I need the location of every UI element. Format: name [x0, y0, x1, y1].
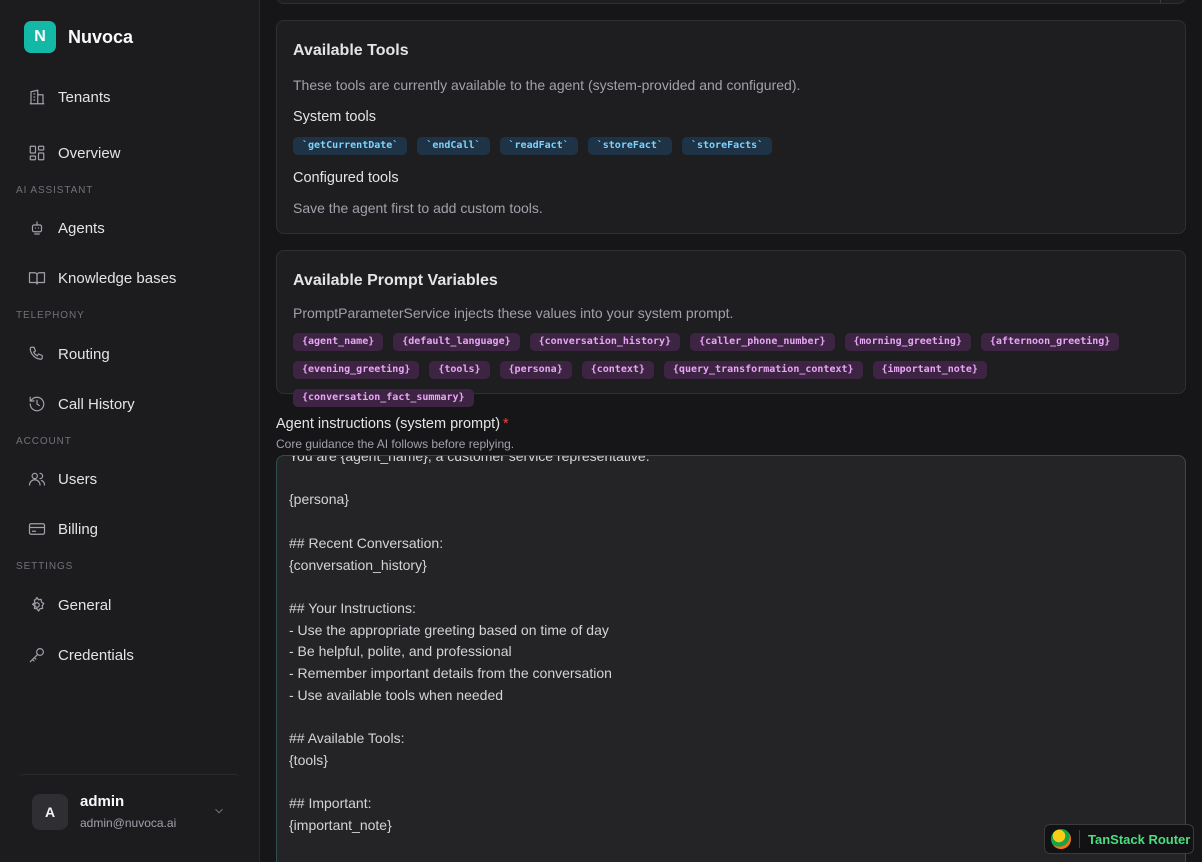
variable-chip: {agent_name} [293, 333, 384, 351]
sidebar-item-label: Overview [58, 144, 121, 162]
book-icon [28, 272, 46, 285]
dashboard-icon [29, 145, 45, 161]
system-tools-heading: System tools [293, 109, 376, 125]
section-label-settings: SETTINGS [16, 561, 74, 572]
gear-icon [31, 596, 45, 612]
tanstack-logo-icon [1051, 829, 1071, 849]
main-content: Available Tools These tools are currentl… [260, 0, 1202, 862]
chevron-down-icon [215, 808, 223, 814]
variable-chip: {afternoon_greeting} [980, 333, 1120, 351]
bot-icon [31, 221, 43, 235]
sidebar-item-routing[interactable]: Routing [28, 342, 110, 366]
agent-instructions-help: Core guidance the AI follows before repl… [276, 437, 515, 451]
sidebar-item-overview[interactable]: Overview [28, 141, 121, 165]
prompt-variables-list: {agent_name} {default_language} {convers… [293, 333, 1173, 417]
tool-chip: `storeFacts` [681, 137, 773, 155]
users-icon [28, 472, 46, 486]
variable-chip: {tools} [429, 361, 490, 379]
available-tools-description: These tools are currently available to t… [293, 77, 801, 93]
tool-chip: `readFact` [499, 137, 578, 155]
sidebar-item-label: Billing [58, 520, 99, 538]
variable-chip: {caller_phone_number} [690, 333, 835, 351]
brand-logo: N [24, 21, 56, 53]
prompt-variables-description: PromptParameterService injects these val… [293, 305, 734, 321]
variable-chip: {morning_greeting} [844, 333, 971, 351]
phone-icon [29, 346, 43, 360]
sidebar-item-label: Users [58, 470, 98, 488]
sidebar-item-label: Tenants [58, 88, 111, 106]
variable-chip: {important_note} [872, 361, 987, 379]
variable-chip: {persona} [499, 361, 572, 379]
prompt-variables-card: Available Prompt Variables PromptParamet… [276, 250, 1186, 407]
sidebar-item-label: Agents [58, 219, 105, 237]
brand[interactable]: N Nuvoca [24, 21, 133, 53]
key-icon [29, 648, 44, 663]
sidebar-item-tenants[interactable]: Tenants [28, 85, 111, 109]
user-name: admin [80, 793, 125, 810]
sidebar: N Nuvoca Tenants Overview AI ASSISTANT A… [0, 0, 260, 862]
history-icon [29, 396, 45, 412]
divider [1079, 830, 1080, 848]
tool-chip: `getCurrentDate` [293, 137, 408, 155]
sidebar-item-billing[interactable]: Billing [28, 517, 98, 541]
agent-instructions-label: Agent instructions (system prompt) * [276, 416, 509, 432]
sidebar-item-credentials[interactable]: Credentials [28, 643, 134, 667]
tanstack-router-devtools-button[interactable]: TanStack Router [1044, 824, 1194, 854]
sidebar-item-label: Call History [58, 395, 135, 413]
sidebar-item-label: General [58, 596, 112, 614]
section-label-telephony: TELEPHONY [16, 310, 85, 321]
sidebar-item-knowledge-bases[interactable]: Knowledge bases [28, 266, 176, 290]
variable-chip: {default_language} [393, 333, 520, 351]
system-tools-list: `getCurrentDate` `endCall` `readFact` `s… [293, 137, 782, 155]
tool-chip: `endCall` [417, 137, 490, 155]
user-menu[interactable]: A admin admin@nuvoca.ai [16, 774, 242, 848]
required-mark: * [503, 416, 509, 432]
building-icon [29, 89, 45, 105]
section-label-ai-assistant: AI ASSISTANT [16, 185, 94, 196]
agent-instructions-label-text: Agent instructions (system prompt) [276, 416, 501, 432]
configured-tools-note: Save the agent first to add custom tools… [293, 200, 543, 216]
sidebar-item-label: Credentials [58, 646, 134, 664]
previous-card-bottom [276, 0, 1186, 4]
agent-instructions-text[interactable]: You are {agent_name}, a customer service… [289, 456, 1173, 837]
available-tools-card: Available Tools These tools are currentl… [276, 20, 1186, 234]
sidebar-item-general[interactable]: General [28, 593, 111, 617]
credit-card-icon [28, 523, 46, 535]
variable-chip: {query_transformation_context} [663, 361, 863, 379]
agent-instructions-textarea[interactable]: You are {agent_name}, a customer service… [276, 455, 1186, 862]
section-label-account: ACCOUNT [16, 436, 72, 447]
variable-chip: {evening_greeting} [293, 361, 420, 379]
sidebar-item-call-history[interactable]: Call History [28, 392, 135, 416]
avatar: A [32, 793, 68, 830]
tanstack-router-label: TanStack Router [1088, 831, 1191, 847]
prompt-variables-title: Available Prompt Variables [293, 272, 498, 289]
sidebar-item-users[interactable]: Users [28, 467, 97, 491]
configured-tools-heading: Configured tools [293, 170, 399, 186]
tool-chip: `storeFact` [587, 137, 672, 155]
user-email: admin@nuvoca.ai [80, 816, 177, 830]
sidebar-item-label: Knowledge bases [58, 269, 177, 287]
brand-name: Nuvoca [68, 26, 134, 47]
sidebar-item-agents[interactable]: Agents [28, 216, 105, 240]
variable-chip: {conversation_history} [529, 333, 681, 351]
available-tools-title: Available Tools [293, 42, 409, 59]
variable-chip: {conversation_fact_summary} [293, 389, 474, 407]
variable-chip: {context} [581, 361, 654, 379]
sidebar-item-label: Routing [58, 345, 110, 363]
